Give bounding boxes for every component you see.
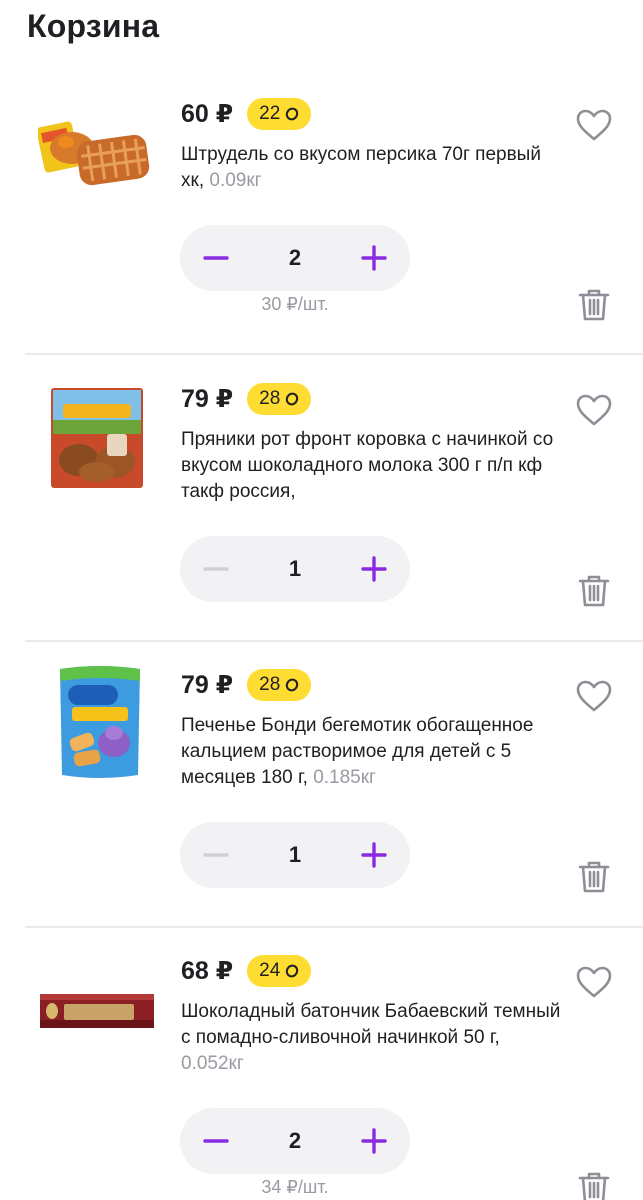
decrease-button[interactable] xyxy=(183,225,249,291)
decrease-button[interactable] xyxy=(183,1108,249,1174)
trash-icon[interactable] xyxy=(578,860,610,894)
bonus-value: 28 xyxy=(259,388,281,409)
gingerbread-image[interactable] xyxy=(45,379,149,497)
increase-button[interactable] xyxy=(341,822,407,888)
product-name[interactable]: Шоколадный батончик Бабаевский темный с … xyxy=(181,999,561,1077)
bonus-value: 22 xyxy=(259,103,281,124)
decrease-button[interactable] xyxy=(183,536,249,602)
bonus-value: 28 xyxy=(259,674,281,695)
page-title: Корзина xyxy=(27,8,160,44)
product-weight: 0.185кг xyxy=(313,767,376,788)
item-divider xyxy=(25,640,643,642)
increase-button[interactable] xyxy=(341,536,407,602)
cart-item: 60 ₽ 22 Штрудель со вкусом персика 70г п… xyxy=(0,82,643,368)
price: 68 ₽ xyxy=(181,957,234,985)
unit-price: 34 ₽/шт. xyxy=(261,1177,329,1197)
minus-icon xyxy=(203,1139,229,1143)
trash-icon[interactable] xyxy=(578,288,610,322)
product-name[interactable]: Пряники рот фронт коровка с начинкой со … xyxy=(181,427,561,505)
bonus-coin-icon xyxy=(286,964,299,978)
plus-icon xyxy=(361,842,387,868)
quantity-stepper: 2 xyxy=(180,1108,410,1174)
price-row: 79 ₽ 28 xyxy=(181,383,312,415)
quantity-value: 2 xyxy=(288,245,302,270)
cookies-image[interactable] xyxy=(52,663,148,781)
product-name[interactable]: Печенье Бонди бегемотик обогащенное каль… xyxy=(181,713,561,791)
chocolate-bar-image[interactable] xyxy=(38,951,156,1069)
product-name-text: Пряники рот фронт коровка с начинкой со … xyxy=(181,429,554,502)
bonus-coin-icon xyxy=(286,107,299,121)
favorite-heart-icon[interactable] xyxy=(575,393,613,427)
decrease-button[interactable] xyxy=(183,822,249,888)
quantity-stepper: 1 xyxy=(180,536,410,602)
bonus-badge: 28 xyxy=(247,383,312,415)
quantity-stepper: 2 xyxy=(180,225,410,291)
plus-icon xyxy=(361,1128,387,1154)
unit-price: 30 ₽/шт. xyxy=(261,294,329,314)
strudel-image[interactable] xyxy=(38,92,156,210)
minus-icon xyxy=(203,256,229,260)
price: 79 ₽ xyxy=(181,671,234,699)
increase-button[interactable] xyxy=(341,1108,407,1174)
bonus-coin-icon xyxy=(286,392,299,406)
product-weight: 0.052кг xyxy=(181,1053,244,1074)
plus-icon xyxy=(361,556,387,582)
item-divider xyxy=(25,926,643,928)
product-weight: 0.09кг xyxy=(209,170,262,191)
bonus-coin-icon xyxy=(286,678,299,692)
price-row: 60 ₽ 22 xyxy=(181,98,312,130)
quantity-value: 2 xyxy=(288,1128,302,1153)
cart-item: 79 ₽ 28 Пряники рот фронт коровка с начи… xyxy=(0,367,643,653)
bonus-badge: 28 xyxy=(247,669,312,701)
cart-item: 79 ₽ 28 Печенье Бонди бегемотик обогащен… xyxy=(0,653,643,939)
price-row: 79 ₽ 28 xyxy=(181,669,312,701)
product-name[interactable]: Штрудель со вкусом персика 70г первый хк… xyxy=(181,142,561,194)
trash-icon[interactable] xyxy=(578,574,610,608)
minus-icon xyxy=(203,567,229,571)
increase-button[interactable] xyxy=(341,225,407,291)
quantity-value: 1 xyxy=(288,556,302,581)
favorite-heart-icon[interactable] xyxy=(575,679,613,713)
bonus-badge: 24 xyxy=(247,955,312,987)
favorite-heart-icon[interactable] xyxy=(575,108,613,142)
favorite-heart-icon[interactable] xyxy=(575,965,613,999)
bonus-badge: 22 xyxy=(247,98,312,130)
item-divider xyxy=(25,353,643,355)
price-row: 68 ₽ 24 xyxy=(181,955,312,987)
price: 79 ₽ xyxy=(181,385,234,413)
price: 60 ₽ xyxy=(181,100,234,128)
bonus-value: 24 xyxy=(259,960,281,981)
product-name-text: Шоколадный батончик Бабаевский темный с … xyxy=(181,1001,561,1048)
trash-icon[interactable] xyxy=(578,1171,610,1200)
minus-icon xyxy=(203,853,229,857)
quantity-stepper: 1 xyxy=(180,822,410,888)
cart-item: 68 ₽ 24 Шоколадный батончик Бабаевский т… xyxy=(0,939,643,1200)
plus-icon xyxy=(361,245,387,271)
quantity-value: 1 xyxy=(288,842,302,867)
